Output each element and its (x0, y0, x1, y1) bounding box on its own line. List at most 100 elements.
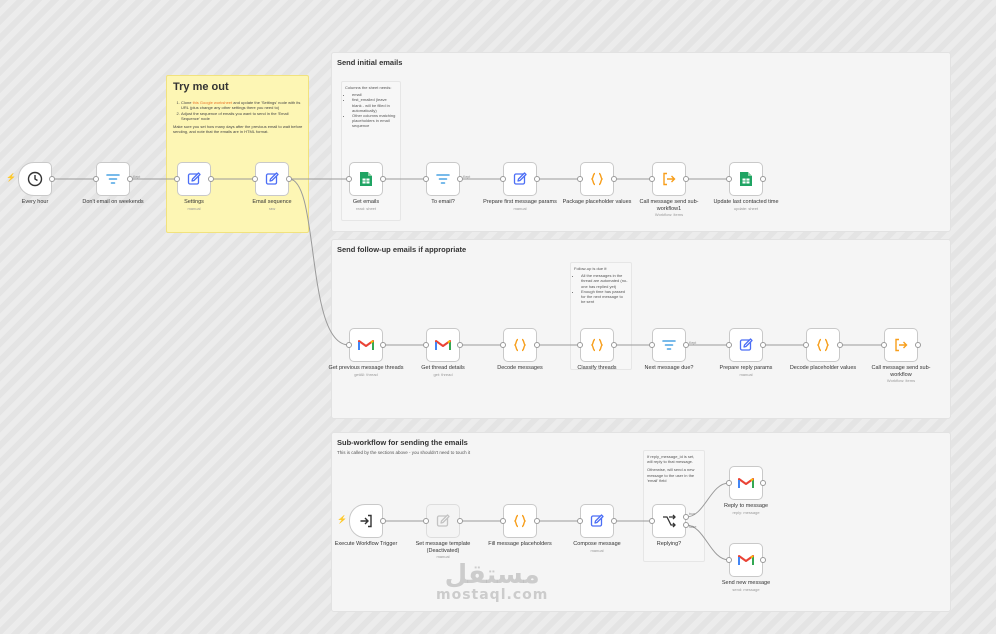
output-pin[interactable] (534, 342, 540, 348)
node-label: Get previous message threads getAll: thre… (328, 365, 404, 377)
input-pin[interactable] (577, 176, 583, 182)
node-decode-placeholder-values[interactable] (803, 328, 843, 362)
input-pin[interactable] (577, 518, 583, 524)
input-pin[interactable] (649, 518, 655, 524)
node-to-email[interactable] (423, 162, 463, 196)
node-prepare-reply-params[interactable] (726, 328, 766, 362)
output-pin-false[interactable] (683, 522, 689, 528)
node-compose-message[interactable] (577, 504, 617, 538)
enter-icon (360, 514, 372, 528)
input-pin[interactable] (726, 480, 732, 486)
node-execute-workflow-trigger[interactable] (349, 504, 386, 538)
gmail-icon (358, 340, 374, 350)
input-pin[interactable] (726, 176, 732, 182)
node-settings[interactable] (174, 162, 214, 196)
node-set-message-template[interactable] (423, 504, 463, 538)
sheets-icon (740, 172, 752, 186)
input-pin[interactable] (346, 176, 352, 182)
node-call-message-send-sub-workflow[interactable] (881, 328, 921, 362)
input-pin[interactable] (346, 342, 352, 348)
edge-label-kept: Kept (689, 341, 697, 345)
input-pin[interactable] (803, 342, 809, 348)
output-pin[interactable] (611, 518, 617, 524)
node-label: Send new message send: message (721, 580, 771, 592)
output-pin[interactable] (380, 518, 386, 524)
node-label: Fill message placeholders (488, 541, 552, 547)
output-pin-true[interactable] (683, 514, 689, 520)
node-label: Settings manual (184, 199, 204, 211)
output-pin[interactable] (760, 480, 766, 486)
gmail-icon (738, 478, 754, 488)
output-pin[interactable] (760, 176, 766, 182)
branch-icon (663, 514, 676, 528)
node-label: Prepare first message params manual (483, 199, 557, 211)
output-pin[interactable] (534, 518, 540, 524)
execute-workflow-icon (895, 338, 908, 352)
input-pin[interactable] (577, 342, 583, 348)
pencil-icon (265, 172, 279, 185)
node-classify-threads[interactable] (577, 328, 617, 362)
output-pin[interactable] (683, 176, 689, 182)
node-label: Classify threads (577, 365, 617, 371)
output-pin[interactable] (380, 176, 386, 182)
output-pin[interactable] (760, 342, 766, 348)
node-get-emails[interactable] (346, 162, 386, 196)
input-pin[interactable] (500, 176, 506, 182)
node-label: Decode messages (497, 365, 543, 371)
node-next-message-due[interactable] (649, 328, 689, 362)
input-pin[interactable] (423, 518, 429, 524)
node-label: Next message due? (644, 365, 694, 371)
input-pin[interactable] (174, 176, 180, 182)
input-pin[interactable] (500, 518, 506, 524)
node-decode-messages[interactable] (500, 328, 540, 362)
input-pin[interactable] (252, 176, 258, 182)
output-pin[interactable] (683, 342, 689, 348)
node-dont-email-on-weekends[interactable] (93, 162, 133, 196)
node-update-last-contacted-time[interactable] (726, 162, 766, 196)
output-pin[interactable] (286, 176, 292, 182)
output-pin[interactable] (127, 176, 133, 182)
output-pin[interactable] (380, 342, 386, 348)
sheets-icon (360, 172, 372, 186)
output-pin[interactable] (611, 176, 617, 182)
output-pin[interactable] (208, 176, 214, 182)
node-package-placeholder-values[interactable] (577, 162, 617, 196)
input-pin[interactable] (726, 342, 732, 348)
node-get-thread-details[interactable] (423, 328, 463, 362)
edge-label-false: false (689, 525, 697, 529)
connection-wires (52, 178, 884, 561)
input-pin[interactable] (93, 176, 99, 182)
output-pin[interactable] (534, 176, 540, 182)
node-fill-message-placeholders[interactable] (500, 504, 540, 538)
input-pin[interactable] (423, 176, 429, 182)
gmail-icon (435, 340, 451, 350)
output-pin[interactable] (915, 342, 921, 348)
code-braces-icon (514, 338, 526, 352)
input-pin[interactable] (500, 342, 506, 348)
output-pin[interactable] (457, 176, 463, 182)
input-pin[interactable] (423, 342, 429, 348)
node-label: Execute Workflow Trigger (334, 541, 398, 547)
output-pin[interactable] (457, 342, 463, 348)
output-pin[interactable] (611, 342, 617, 348)
output-pin[interactable] (837, 342, 843, 348)
output-pin[interactable] (49, 176, 55, 182)
node-every-hour[interactable] (18, 162, 55, 196)
workflow-canvas[interactable]: Send initial emails Send follow-up email… (0, 0, 996, 634)
node-send-new-message[interactable] (726, 543, 766, 577)
node-call-message-send-sub-workflow-1[interactable] (649, 162, 689, 196)
input-pin[interactable] (649, 176, 655, 182)
node-get-previous-message-threads[interactable] (346, 328, 386, 362)
output-pin[interactable] (760, 557, 766, 563)
output-pin[interactable] (457, 518, 463, 524)
trigger-bolt-icon: ⚡ (337, 515, 347, 524)
node-reply-to-message[interactable] (726, 466, 766, 500)
node-prepare-first-message-params[interactable] (500, 162, 540, 196)
input-pin[interactable] (649, 342, 655, 348)
input-pin[interactable] (726, 557, 732, 563)
filter-icon (662, 340, 676, 350)
node-email-sequence[interactable] (252, 162, 292, 196)
node-replying[interactable] (649, 504, 689, 538)
input-pin[interactable] (881, 342, 887, 348)
pencil-icon (513, 172, 527, 185)
